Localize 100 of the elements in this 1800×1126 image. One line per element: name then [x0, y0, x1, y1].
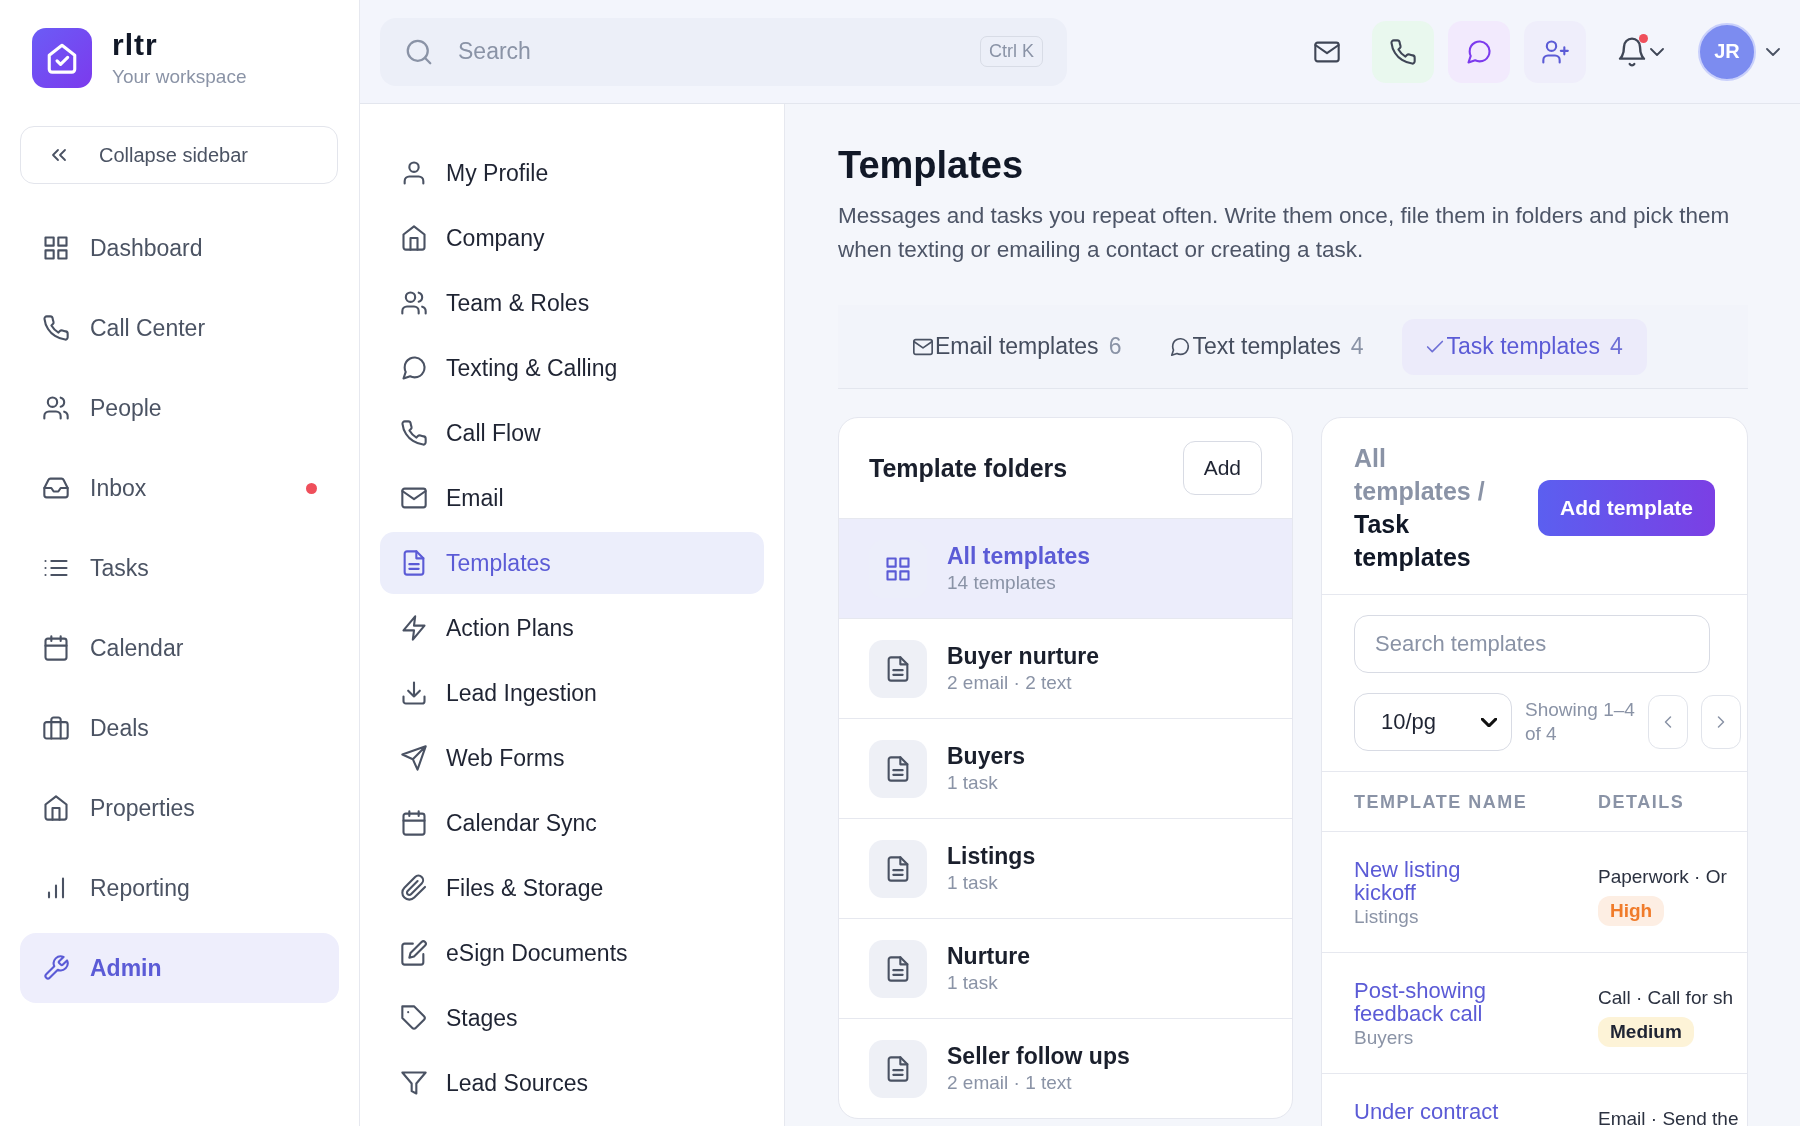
- card-title: Template folders: [869, 453, 1068, 483]
- template-name-link[interactable]: New listing kickoff: [1354, 858, 1514, 904]
- settings-nav-item[interactable]: Calendar Sync: [380, 792, 764, 854]
- folder-name: All templates: [947, 543, 1091, 570]
- template-name-link[interactable]: Under contract: [1354, 1100, 1514, 1123]
- template-details: Paperwork · Or: [1598, 866, 1727, 888]
- priority-tag: Medium: [1598, 1017, 1694, 1047]
- folder-item[interactable]: Listings 1 task: [839, 818, 1292, 918]
- tab[interactable]: Task templates 4: [1401, 318, 1647, 375]
- lightning-icon: [400, 614, 428, 642]
- sidebar-item[interactable]: Deals: [20, 693, 339, 763]
- template-name-link[interactable]: Post-showing feedback call: [1354, 979, 1514, 1025]
- settings-nav-item[interactable]: Lead Sources: [380, 1052, 764, 1114]
- bell-icon: [1616, 35, 1648, 68]
- search-templates-field[interactable]: Search templates: [1354, 615, 1710, 673]
- sidebar-item[interactable]: Inbox: [20, 453, 339, 523]
- paperclip-icon: [400, 874, 428, 902]
- phone-icon: [400, 419, 428, 447]
- sidebar-item[interactable]: Reporting: [20, 853, 339, 923]
- brand-name: rltr: [112, 28, 159, 62]
- wrench-icon: [42, 954, 70, 982]
- settings-nav-item[interactable]: My Profile: [380, 142, 764, 204]
- settings-nav-item[interactable]: Call Flow: [380, 402, 764, 464]
- add-contact-button[interactable]: [1524, 20, 1586, 83]
- chat-bubble-icon: [400, 354, 428, 382]
- folder-name: Buyer nurture: [947, 643, 1100, 670]
- add-person-icon: [1541, 37, 1569, 66]
- template-details: Call · Call for sh: [1598, 987, 1734, 1009]
- settings-nav-item[interactable]: Lead Ingestion: [380, 662, 764, 724]
- priority-tag: High: [1598, 896, 1665, 926]
- grid-icon: [884, 554, 912, 583]
- shortcut-hint: Ctrl K: [980, 36, 1043, 67]
- folder-count: 1 task: [947, 772, 999, 794]
- folder-item[interactable]: Buyers 1 task: [839, 718, 1292, 818]
- folder-name: Buyers: [947, 743, 1025, 770]
- phone-icon: [1389, 37, 1417, 66]
- briefcase-icon: [42, 714, 70, 742]
- settings-nav-item[interactable]: Files & Storage: [380, 857, 764, 919]
- settings-nav-item[interactable]: Stages: [380, 987, 764, 1049]
- workspace-label: Your workspace: [112, 66, 247, 88]
- folder-name: Listings: [947, 843, 1036, 870]
- folder-item[interactable]: Nurture 1 task: [839, 918, 1292, 1018]
- folder-count: 1 task: [947, 972, 999, 994]
- add-folder-button[interactable]: Add: [1182, 441, 1262, 495]
- phone-icon: [42, 314, 70, 342]
- folder-name: Nurture: [947, 943, 1031, 970]
- paper-plane-icon: [400, 744, 428, 772]
- sidebar-item[interactable]: Properties: [20, 773, 339, 843]
- chat-bubble-icon: [1465, 37, 1493, 66]
- house-icon: [400, 224, 428, 252]
- folder-item[interactable]: Seller follow ups 2 email · 1 text: [839, 1018, 1292, 1118]
- people-icon: [400, 289, 428, 317]
- sidebar-item[interactable]: Calendar: [20, 613, 339, 683]
- sidebar-item[interactable]: Tasks: [20, 533, 339, 603]
- folder-count: 14 templates: [947, 572, 1057, 594]
- column-header: TEMPLATE NAME: [1354, 792, 1529, 813]
- download-icon: [400, 679, 428, 707]
- page-size-select[interactable]: 10/pg: [1354, 693, 1512, 751]
- settings-nav-item[interactable]: Templates: [380, 532, 764, 594]
- sidebar-item[interactable]: Call Center: [20, 293, 339, 363]
- add-template-button[interactable]: Add template: [1538, 480, 1715, 536]
- sidebar-item[interactable]: People: [20, 373, 339, 443]
- search-field[interactable]: Search: [456, 37, 958, 66]
- settings-nav-item[interactable]: Team & Roles: [380, 272, 764, 334]
- folder-item[interactable]: All templates 14 templates: [839, 518, 1292, 618]
- sidebar-item[interactable]: Admin: [20, 933, 339, 1003]
- tab[interactable]: Email templates 6: [902, 318, 1146, 375]
- chevron-down-icon: [1650, 47, 1664, 56]
- column-header: DETAILS: [1598, 792, 1686, 813]
- folder-count: 2 email · 1 text: [947, 1072, 1073, 1094]
- calendar-icon: [400, 809, 428, 837]
- filter-icon: [400, 1069, 428, 1097]
- settings-nav-item[interactable]: Email: [380, 467, 764, 529]
- house-check-icon: [45, 41, 79, 75]
- call-button[interactable]: [1372, 20, 1434, 83]
- settings-nav-item[interactable]: Company: [380, 207, 764, 269]
- settings-nav-item[interactable]: Web Forms: [380, 727, 764, 789]
- tab[interactable]: Text templates 4: [1159, 318, 1388, 375]
- sidebar-item[interactable]: Dashboard: [20, 213, 339, 283]
- settings-nav-item[interactable]: Action Plans: [380, 597, 764, 659]
- house-icon: [42, 794, 70, 822]
- tag-icon: [400, 1004, 428, 1032]
- chevron-down-icon: [1481, 717, 1497, 727]
- template-details: Email · Send the: [1598, 1108, 1739, 1126]
- people-icon: [42, 394, 70, 422]
- collapse-sidebar-button[interactable]: Collapse sidebar: [20, 126, 338, 184]
- settings-nav-item[interactable]: Texting & Calling: [380, 337, 764, 399]
- pagination-status: Showing 1–4 of 4: [1525, 698, 1635, 746]
- settings-nav-item[interactable]: eSign Documents: [380, 922, 764, 984]
- calendar-icon: [42, 634, 70, 662]
- folder-count: 1 task: [947, 872, 999, 894]
- folder-item[interactable]: Buyer nurture 2 email · 2 text: [839, 618, 1292, 718]
- chevron-down-icon: [1766, 47, 1780, 56]
- folder-label: Listings: [1354, 906, 1419, 928]
- chat-bubble-icon: [1169, 335, 1192, 358]
- page-title: Templates: [838, 144, 1025, 187]
- page-description: Messages and tasks you repeat often. Write them once, file them in folders and pick them when texting or emailing a contact or creating a task.: [838, 202, 1731, 264]
- grid-icon: [42, 234, 70, 262]
- chat-button[interactable]: [1448, 20, 1510, 83]
- breadcrumb-current: Task templates: [1354, 509, 1472, 573]
